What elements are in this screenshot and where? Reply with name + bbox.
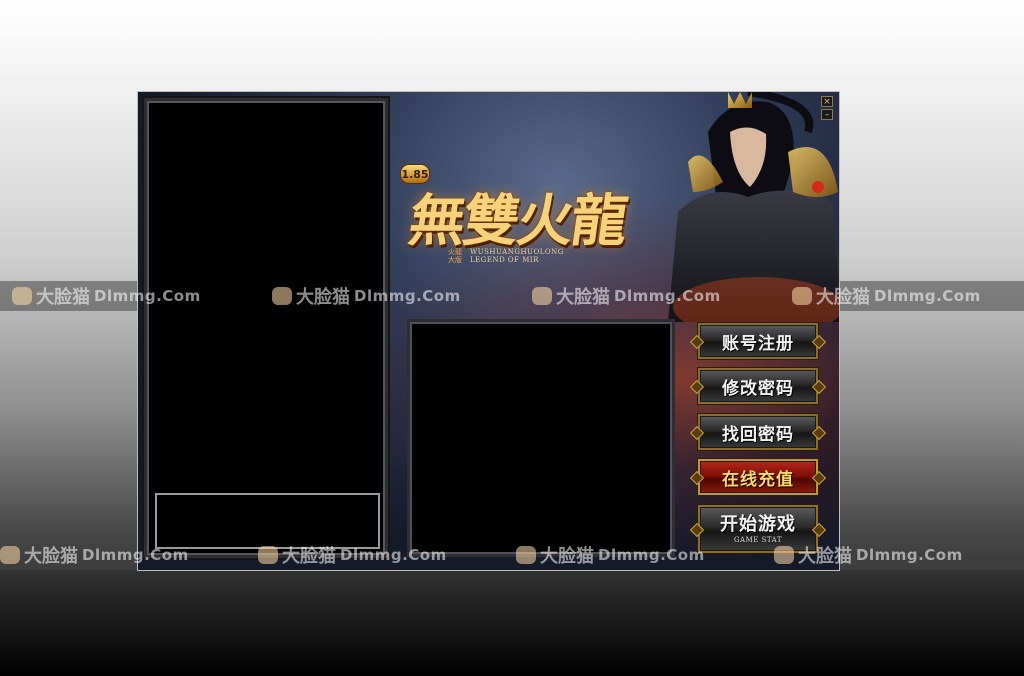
watermark-cn: 大脸猫 [36, 287, 90, 308]
logo-subtitle-cn: 火龍 大版 [448, 248, 462, 264]
watermark-latin: Dlmmg.Com [94, 287, 201, 305]
watermark-latin: Dlmmg.Com [340, 546, 447, 564]
start-game-label: 开始游戏 [720, 513, 796, 535]
logo-title: 無雙火龍 [404, 188, 631, 254]
watermark-cn: 大脸猫 [24, 546, 78, 567]
register-label: 账号注册 [722, 333, 794, 354]
cat-face-icon [12, 287, 32, 305]
watermark-cn: 大脸猫 [282, 546, 336, 567]
game-logo: 1.85 無雙火龍 火龍 大版 WUSHUANGHUOLONG LEGEND O… [400, 164, 700, 274]
cat-face-icon [532, 287, 552, 305]
watermark-cn: 大脸猫 [556, 287, 610, 308]
watermark: 大脸猫 Dlmmg.Com [792, 281, 981, 311]
launcher-window: × – 1.85 無雙火龍 火龍 大版 WUSHUANGHUOLONG LEGE… [137, 91, 840, 571]
cat-face-icon [516, 546, 536, 564]
cat-face-icon [774, 546, 794, 564]
watermark: 大脸猫 Dlmmg.Com [272, 281, 461, 311]
news-panel [144, 98, 388, 558]
minimize-button[interactable]: – [821, 109, 833, 120]
watermark-cn: 大脸猫 [296, 287, 350, 308]
cat-face-icon [258, 546, 278, 564]
close-icon: × [823, 97, 831, 107]
watermark-latin: Dlmmg.Com [354, 287, 461, 305]
watermark: 大脸猫 Dlmmg.Com [12, 281, 201, 311]
watermark: 大脸猫 Dlmmg.Com [532, 281, 721, 311]
watermark: 大脸猫 Dlmmg.Com [258, 540, 447, 570]
watermark: 大脸猫 Dlmmg.Com [516, 540, 705, 570]
watermark-latin: Dlmmg.Com [598, 546, 705, 564]
change-password-button[interactable]: 修改密码 [698, 368, 818, 404]
logo-subtitle-en-line2: LEGEND OF MIR [470, 256, 539, 264]
cat-face-icon [0, 546, 20, 564]
watermark: 大脸猫 Dlmmg.Com [0, 540, 189, 570]
watermark-cn: 大脸猫 [798, 546, 852, 567]
cat-face-icon [792, 287, 812, 305]
watermark-latin: Dlmmg.Com [82, 546, 189, 564]
watermark-latin: Dlmmg.Com [856, 546, 963, 564]
announcement-panel [407, 319, 675, 557]
watermark-cn: 大脸猫 [816, 287, 870, 308]
watermark-latin: Dlmmg.Com [874, 287, 981, 305]
change-password-label: 修改密码 [722, 378, 794, 399]
watermark-latin: Dlmmg.Com [614, 287, 721, 305]
recharge-button[interactable]: 在线充值 [698, 459, 818, 495]
recover-password-button[interactable]: 找回密码 [698, 414, 818, 450]
logo-subtitle-en-line1: WUSHUANGHUOLONG [470, 248, 564, 256]
watermark-cn: 大脸猫 [540, 546, 594, 567]
recharge-label: 在线充值 [722, 469, 794, 490]
close-button[interactable]: × [821, 96, 833, 107]
watermark: 大脸猫 Dlmmg.Com [774, 540, 963, 570]
minimize-icon: – [824, 110, 830, 120]
logo-subtitle-en: WUSHUANGHUOLONG LEGEND OF MIR [470, 248, 564, 264]
recover-password-label: 找回密码 [722, 424, 794, 445]
register-button[interactable]: 账号注册 [698, 323, 818, 359]
cat-face-icon [272, 287, 292, 305]
